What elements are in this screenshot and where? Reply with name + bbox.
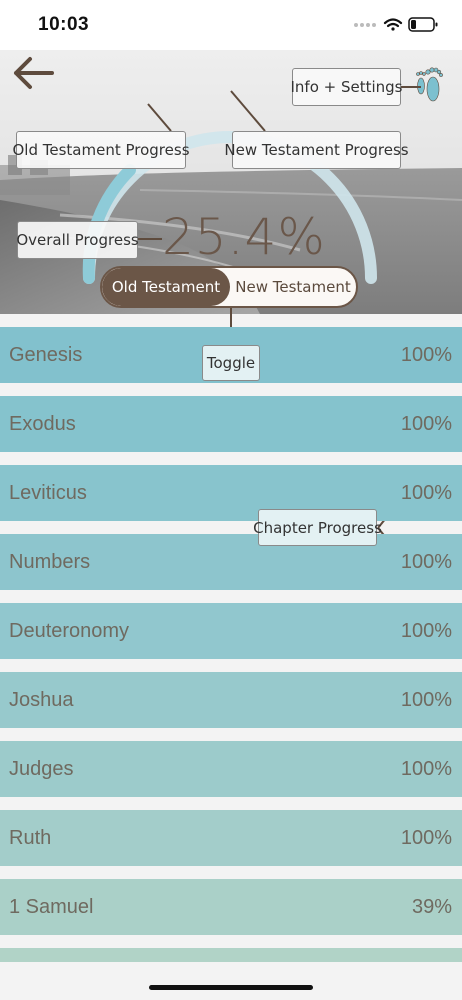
book-row-1-samuel[interactable]: 1 Samuel 39% bbox=[0, 879, 462, 935]
book-row-leviticus[interactable]: Leviticus 100% bbox=[0, 465, 462, 521]
book-percent: 100% bbox=[400, 343, 452, 366]
status-icons bbox=[354, 17, 438, 32]
book-percent: 100% bbox=[400, 688, 452, 711]
book-percent: 100% bbox=[400, 826, 452, 849]
bottom-safe-area bbox=[0, 962, 462, 1000]
book-name: Deuteronomy bbox=[9, 619, 130, 642]
info-settings-callout: Info + Settings bbox=[290, 68, 403, 106]
book-row-deuteronomy[interactable]: Deuteronomy 100% bbox=[0, 603, 462, 659]
book-row-numbers[interactable]: Numbers 100% bbox=[0, 534, 462, 590]
book-name: Exodus bbox=[9, 412, 76, 435]
book-percent: 100% bbox=[400, 481, 452, 504]
old-testament-progress-callout: Old Testament Progress bbox=[13, 131, 190, 169]
book-row-ruth[interactable]: Ruth 100% bbox=[0, 810, 462, 866]
book-row-exodus[interactable]: Exodus 100% bbox=[0, 396, 462, 452]
book-row-judges[interactable]: Judges 100% bbox=[0, 741, 462, 797]
book-name: Genesis bbox=[9, 343, 83, 366]
footprints-icon[interactable] bbox=[411, 62, 449, 108]
overall-progress-value: 25.4% bbox=[162, 208, 326, 266]
book-percent: 100% bbox=[400, 757, 452, 780]
book-name: 1 Samuel bbox=[9, 895, 94, 918]
back-arrow-icon[interactable] bbox=[12, 56, 56, 90]
battery-icon bbox=[408, 17, 438, 32]
book-name: Leviticus bbox=[9, 481, 87, 504]
book-percent: 39% bbox=[411, 895, 452, 918]
wifi-icon bbox=[383, 18, 403, 31]
toggle-new-testament[interactable]: New Testament bbox=[230, 268, 356, 306]
toggle-old-testament[interactable]: Old Testament bbox=[102, 268, 230, 306]
new-testament-progress-callout: New Testament Progress bbox=[224, 131, 409, 169]
book-percent: 100% bbox=[400, 412, 452, 435]
chapter-progress-callout: Chapter Progress bbox=[253, 509, 382, 546]
book-name: Joshua bbox=[9, 688, 74, 711]
home-indicator[interactable] bbox=[149, 985, 313, 990]
book-percent: 100% bbox=[400, 550, 452, 573]
book-name: Ruth bbox=[9, 826, 52, 849]
book-percent: 100% bbox=[400, 619, 452, 642]
cellular-signal-icon bbox=[354, 23, 376, 27]
status-time: 10:03 bbox=[38, 14, 90, 35]
testament-toggle[interactable]: Old Testament New Testament bbox=[100, 266, 358, 308]
overall-progress-callout: Overall Progress bbox=[16, 221, 139, 259]
book-row-joshua[interactable]: Joshua 100% bbox=[0, 672, 462, 728]
book-name: Judges bbox=[9, 757, 74, 780]
status-bar: 10:03 bbox=[0, 0, 462, 50]
book-name: Numbers bbox=[9, 550, 91, 573]
toggle-callout: Toggle bbox=[202, 345, 260, 381]
